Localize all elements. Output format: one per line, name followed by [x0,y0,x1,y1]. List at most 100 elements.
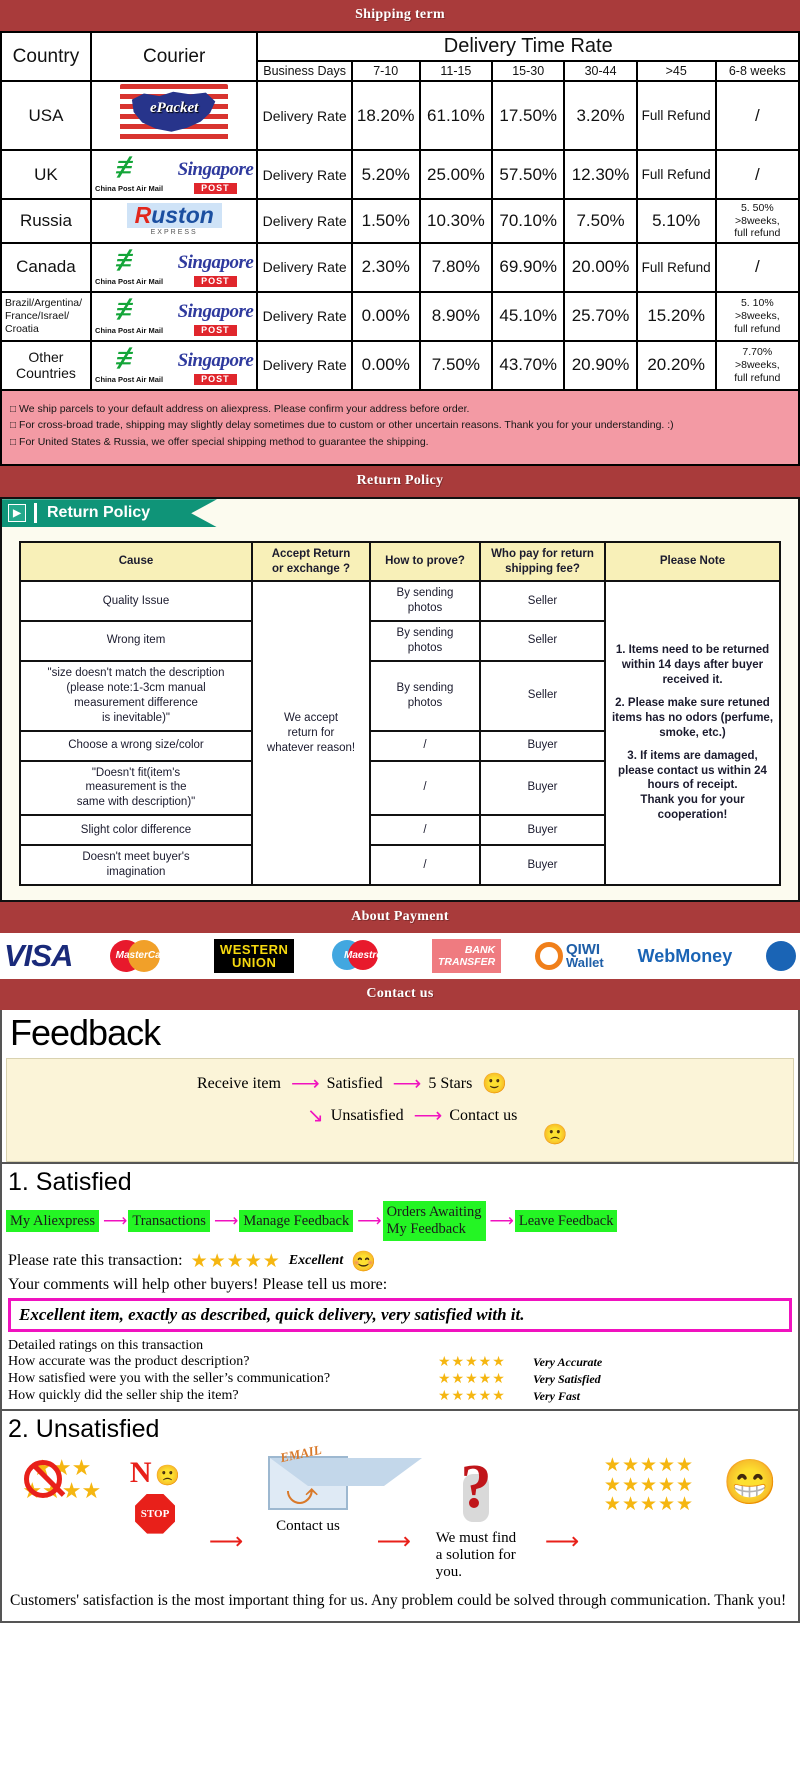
courier-cell: ≢ China Post Air Mail Singapore POST [89,339,259,391]
rate-value: 7.80% [418,241,494,293]
rate-value: 17.50% [491,80,566,151]
rate-value: 25.70% [563,290,638,342]
please-note-item: 2. Please make sure retuned items has no… [611,696,774,739]
shipping-notes: We ship parcels to your default address … [0,390,800,467]
big-smile-icon: 😁 [722,1457,778,1507]
arrow-right-icon: ⟶ [357,1210,381,1230]
th-accept-return: Accept Return or exchange ? [251,541,371,583]
rate-value: 45.10% [491,290,566,342]
singapore-post-logo: Singapore POST [177,251,254,287]
return-policy-tab-row: ▶ Return Policy [2,499,798,528]
section-satisfied-title: 1. Satisfied [2,1162,798,1199]
th-please-note: Please Note [604,541,781,583]
th-delivery-time-rate: Delivery Time Rate [256,31,800,62]
ruston-express-logo: Ruston EXPRESS [126,202,222,236]
table-row: Quality Issue We accept return for whate… [19,580,781,887]
china-post-air-mail-logo: ≢ China Post Air Mail [95,341,164,384]
detail-question: How satisfied were you with the seller’s… [8,1371,331,1387]
table-row: Other Countries ≢ China Post Air Mail Sin… [0,339,800,391]
good-stars-line: ★★★★★ [603,1494,695,1516]
no-entry-icon [24,1459,63,1498]
webmoney-label: WebMoney [637,945,733,966]
step-transactions[interactable]: Transactions [128,1209,210,1233]
rate-value: 70.10% [491,198,566,244]
rate-value: Full Refund [635,80,717,151]
visa-logo: VISA [4,938,73,974]
country-cell: Canada [0,241,92,293]
arrow-right-icon: ⟶ [208,1527,243,1555]
unsatisfied-flow-diagram: ★★★ ★★★★ N 🙁 STOP ⟶ EMAIL ⤻ Contact us ⟶ … [2,1441,798,1585]
rate-value: / [714,80,800,151]
email-contact-group: EMAIL ⤻ Contact us [267,1441,422,1535]
how-to-prove-cell: / [369,844,481,887]
step-my-aliexpress[interactable]: My Aliexpress [6,1209,99,1233]
step-manage-feedback[interactable]: Manage Feedback [239,1209,354,1233]
please-note-item: 3. If items are damaged, please contact … [618,749,767,792]
step-orders-awaiting-feedback[interactable]: Orders Awaiting My Feedback [382,1201,486,1241]
rate-value: / [714,241,800,293]
please-note-cell: 1. Items need to be returned within 14 d… [604,580,781,887]
stop-sign-icon: STOP [135,1493,176,1534]
country-cell: UK [0,149,92,200]
courier-cell: Ruston EXPRESS [89,198,259,244]
table-row: UK ≢ China Post Air Mail Singapore POST De… [0,149,800,200]
rate-label: Delivery Rate [256,339,353,391]
detail-stars[interactable]: ★★★★★ [438,1371,533,1388]
china-post-air-mail-logo: ≢ China Post Air Mail [95,151,164,193]
comment-text-box[interactable]: Excellent item, exactly as described, qu… [8,1297,792,1332]
detail-value: Very Fast [533,1388,581,1403]
th-range-6-8-weeks: 6-8 weeks [714,60,800,82]
shipping-table: Country Courier Delivery Time Rate Busin… [0,31,800,391]
satisfied-steps: My Aliexpress ⟶ Transactions ⟶ Manage Fe… [2,1199,798,1248]
rate-value: 18.20% [350,80,421,151]
detail-rating-row: How satisfied were you with the seller’s… [2,1371,798,1388]
table-row: Russia Ruston EXPRESS Delivery Rate 1.50%… [0,198,800,244]
qiwi-wallet-logo: QIWI Wallet [534,938,604,974]
chevron-right-icon: ▶ [8,504,26,523]
good-rating-group: ★★★★★ ★★★★★ ★★★★★ [603,1455,695,1516]
th-range-30-44: 30-44 [563,60,638,82]
final-face-group: 😁 [723,1456,778,1508]
th-who-pays: Who pay for return shipping fee? [479,541,606,583]
cause-cell: Doesn't meet buyer's imagination [19,844,253,887]
flow-five-stars: 5 Stars [428,1074,473,1092]
rate-value: / [714,149,800,200]
bad-rating-group: ★★★ ★★★★ [22,1454,102,1503]
how-to-prove-cell: By sending photos [369,580,481,622]
rate-value: Full Refund [635,241,717,293]
courier-cell: ePacket [89,80,259,151]
courier-cell: ≢ China Post Air Mail Singapore POST [89,241,259,293]
email-envelope-icon: EMAIL ⤻ [267,1441,422,1511]
rate-value: 12.30% [563,149,638,200]
good-stars-line: ★★★★★ [603,1474,695,1496]
rate-value: 2.30% [350,241,421,293]
comments-prompt: Your comments will help other buyers! Pl… [8,1275,388,1293]
arrow-down-right-icon: ↘ [307,1105,324,1128]
qiwi-label-bottom: Wallet [565,955,604,971]
rate-value: 15.20% [635,290,717,342]
return-policy-table: Cause Accept Return or exchange ? How to… [19,541,781,887]
step-leave-feedback[interactable]: Leave Feedback [514,1209,618,1233]
arrow-curve-icon: ⤻ [285,1477,319,1511]
table-row: Canada ≢ China Post Air Mail Singapore POS… [0,241,800,293]
detail-stars[interactable]: ★★★★★ [438,1354,533,1371]
country-cell: USA [0,80,92,151]
flow-contact-us: Contact us [449,1107,518,1125]
no-stop-group: N 🙁 STOP [130,1456,180,1534]
product-description-page: Shipping term Country Courier Delivery T… [0,0,800,1624]
rate-value: 20.20% [635,339,717,391]
rate-label: Delivery Rate [256,149,353,200]
rating-stars[interactable]: ★★★★★ [191,1250,281,1273]
contact-us-banner: Contact us [0,979,800,1011]
solution-group: ? We must find a solution for you. [436,1456,516,1581]
rate-value: 1.50% [350,198,421,244]
bad-stars-icon: ★★★ ★★★★ [22,1454,102,1503]
bank-transfer-logo: BANK TRANSFER [431,938,502,974]
detail-stars[interactable]: ★★★★★ [438,1388,533,1405]
rate-value: 20.90% [563,339,638,391]
sad-face-icon: 🙁 [155,1464,181,1487]
no-label: N [129,1455,152,1489]
contact-us-caption: Contact us [276,1517,340,1534]
rate-value: 5.20% [350,149,421,200]
webmoney-logo: WebMoney [638,938,733,974]
